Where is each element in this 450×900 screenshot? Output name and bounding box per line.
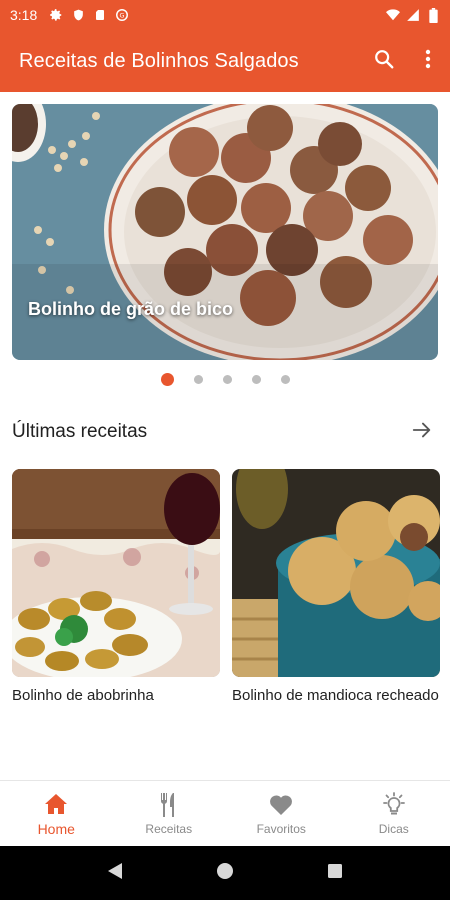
- home-icon: [43, 791, 69, 817]
- nav-label: Favoritos: [256, 821, 306, 836]
- home-circle-icon: [216, 862, 234, 885]
- signal-icon: [406, 8, 420, 22]
- nav-item-favoritos[interactable]: Favoritos: [225, 781, 338, 846]
- utensils-icon: [156, 792, 182, 818]
- carousel-dot[interactable]: [193, 375, 203, 384]
- nav-label: Dicas: [378, 821, 409, 836]
- carousel-dot-active[interactable]: [160, 373, 174, 386]
- recents-button[interactable]: [315, 853, 355, 893]
- recipe-card[interactable]: Bolinho de mandioca recheado: [232, 469, 440, 704]
- more-vert-icon: [425, 49, 431, 74]
- featured-recipe-image: [12, 104, 438, 360]
- svg-text:G: G: [120, 11, 125, 19]
- nav-item-dicas[interactable]: Dicas: [338, 781, 450, 846]
- back-triangle-icon: [107, 862, 123, 885]
- carousel-dot[interactable]: [222, 375, 232, 384]
- sd-card-icon: [93, 8, 107, 22]
- battery-icon: [426, 7, 440, 23]
- system-navigation-bar: [0, 846, 450, 900]
- recents-square-icon: [327, 863, 343, 884]
- home-system-button[interactable]: [205, 853, 245, 893]
- section-title: Últimas receitas: [12, 421, 148, 442]
- latest-recipes-header: Últimas receitas: [12, 412, 438, 452]
- recipe-image: [232, 469, 440, 677]
- sync-icon: G: [115, 8, 129, 22]
- arrow-right-icon: [411, 419, 433, 446]
- featured-recipe-carousel[interactable]: Bolinho de grão de bico: [12, 104, 438, 360]
- carousel-pagination: [0, 373, 450, 386]
- search-button[interactable]: [362, 39, 406, 83]
- wifi-icon: [386, 8, 400, 22]
- status-time: 3:18: [10, 7, 38, 23]
- lightbulb-icon: [381, 791, 407, 818]
- app-bar: Receitas de Bolinhos Salgados: [0, 30, 450, 92]
- nav-label: Home: [37, 820, 75, 837]
- heart-icon: [268, 792, 294, 818]
- carousel-dot[interactable]: [251, 375, 261, 384]
- carousel-caption: Bolinho de grão de bico: [28, 299, 234, 319]
- nav-item-home[interactable]: Home: [0, 781, 113, 846]
- back-button[interactable]: [95, 853, 135, 893]
- shield-icon: [71, 8, 85, 22]
- nav-item-receitas[interactable]: Receitas: [113, 781, 226, 846]
- recipe-card[interactable]: Bolinho de abobrinha: [12, 469, 220, 704]
- nav-label: Receitas: [145, 821, 193, 836]
- gear-icon: [49, 8, 63, 22]
- app-title: Receitas de Bolinhos Salgados: [19, 49, 299, 72]
- overflow-menu-button[interactable]: [406, 39, 450, 83]
- status-bar: 3:18 G: [0, 0, 450, 30]
- recipe-title: Bolinho de mandioca recheado: [232, 687, 439, 704]
- see-all-button[interactable]: [406, 416, 438, 448]
- search-icon: [373, 48, 395, 75]
- recipe-image: [12, 469, 220, 677]
- carousel-dot[interactable]: [280, 375, 290, 384]
- bottom-navigation: Home Receitas Favoritos Dicas: [0, 780, 450, 846]
- recipe-title: Bolinho de abobrinha: [12, 687, 154, 704]
